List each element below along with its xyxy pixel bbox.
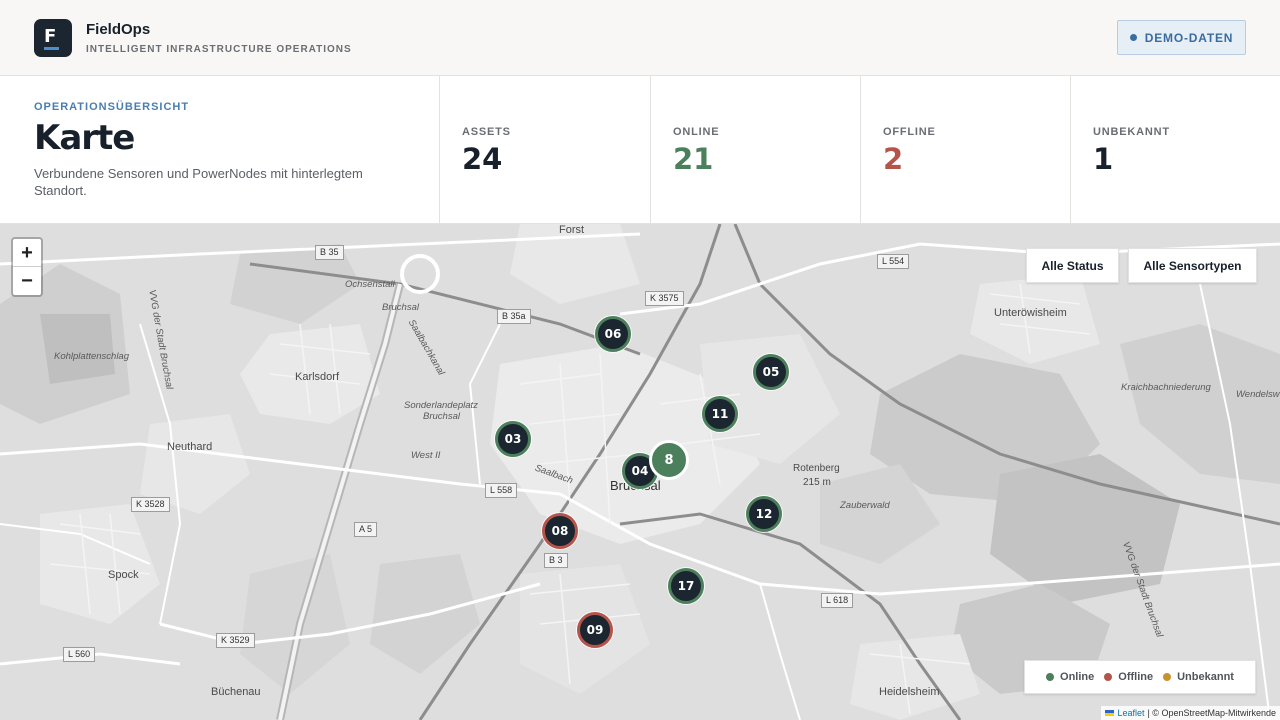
road-shield: L 554 [877,254,910,269]
map-place-label: Zauberwald [840,500,890,511]
legend-unknown: Unbekannt [1163,671,1234,683]
asset-marker[interactable]: 06 [595,316,631,352]
map-place-label: Bruchsal [423,411,460,422]
demo-data-label: DEMO-DATEN [1144,30,1234,45]
asset-marker[interactable]: 09 [577,612,613,648]
road-shield: B 35a [497,309,531,324]
app-header: F FieldOps INTELLIGENT INFRASTRUCTURE OP… [0,0,1280,76]
stat-label: ASSETS [462,126,511,138]
section-eyebrow: OPERATIONSÜBERSICHT [34,101,190,113]
stat-value: 1 [1093,142,1114,176]
stat-label: ONLINE [673,126,720,138]
map-place-label: Kraichbachniederung [1121,382,1211,393]
road-shield: K 3529 [216,633,255,648]
map-place-label: Neuthard [167,441,213,453]
stat-label: UNBEKANNT [1093,126,1170,138]
road-shield: K 3575 [645,291,684,306]
map-place-label: 215 m [803,477,831,488]
map-place-label: West II [411,450,441,461]
asset-marker[interactable]: 17 [668,568,704,604]
road-shield: B 35 [315,245,344,260]
map-place-label: Kohlplattenschlag [54,351,129,362]
road-shield: L 618 [821,593,854,608]
legend-label: Unbekannt [1177,671,1234,683]
legend-offline: Offline [1104,671,1153,683]
status-filter-button[interactable]: Alle Status [1026,248,1119,283]
stat-value: 21 [673,142,714,176]
map-place-label: Unteröwisheim [994,307,1067,319]
legend-online: Online [1046,671,1094,683]
overview-panel: OPERATIONSÜBERSICHT Karte Verbundene Sen… [0,76,1280,224]
page-title: Karte [34,118,135,158]
sensor-type-filter-button[interactable]: Alle Sensortypen [1128,248,1257,283]
demo-data-badge[interactable]: DEMO-DATEN [1117,20,1246,55]
map-legend: Online Offline Unbekannt [1024,660,1256,694]
app-tagline: INTELLIGENT INFRASTRUCTURE OPERATIONS [86,44,352,55]
road-shield: B 3 [544,553,568,568]
asset-marker[interactable]: 03 [495,421,531,457]
legend-label: Offline [1118,671,1154,683]
demo-status-dot-icon [1129,34,1137,41]
zoom-out-button[interactable]: − [13,267,41,295]
stat-unknown: UNBEKANNT 1 [1071,76,1280,224]
asset-marker[interactable]: 11 [702,396,738,432]
asset-marker[interactable]: 08 [542,513,578,549]
zoom-in-button[interactable]: + [13,239,41,267]
page-description: Verbundene Sensoren und PowerNodes mit h… [34,166,363,198]
stat-offline: OFFLINE 2 [861,76,1071,224]
map-place-label: Karlsdorf [295,371,340,383]
logo-accent-bar [44,47,59,50]
stat-value: 2 [883,142,904,176]
stat-label: OFFLINE [883,126,936,138]
map-place-label: Büchenau [211,686,261,698]
app-name: FieldOps [86,21,151,38]
unknown-dot-icon [1163,673,1172,681]
road-shield: K 3528 [131,497,170,512]
zoom-control: + − [11,237,43,297]
legend-label: Online [1060,671,1095,683]
stat-online: ONLINE 21 [651,76,861,224]
road-shield: L 558 [485,483,518,498]
road-shield: A 5 [354,522,378,537]
map-attribution: Leaflet | © OpenStreetMap-Mitwirkende [1101,706,1280,720]
map-place-label: Rotenberg [793,463,840,474]
stat-assets: ASSETS 24 [440,76,651,224]
map-place-label: Sonderlandeplatz [404,400,478,411]
asset-cluster-marker[interactable]: 8 [649,440,689,480]
map-place-label: Wendelsw [1236,389,1280,400]
leaflet-link[interactable]: Leaflet [1117,708,1144,718]
ukraine-flag-icon [1105,710,1115,716]
asset-marker[interactable]: 05 [753,354,789,390]
overview-intro: OPERATIONSÜBERSICHT Karte Verbundene Sen… [0,76,440,224]
app-logo[interactable]: F [34,19,72,57]
map-view[interactable]: Forst Ochsenstall Bruchsal Karlsdorf Neu… [0,224,1280,720]
map-place-label: Forst [559,224,585,236]
offline-dot-icon [1104,673,1113,681]
map-place-label: Ochsenstall [345,279,395,290]
logo-letter: F [44,26,57,47]
map-place-label: Bruchsal [382,302,419,313]
online-dot-icon [1046,673,1055,681]
osm-attribution: | © OpenStreetMap-Mitwirkende [1147,708,1276,718]
stat-value: 24 [462,142,503,176]
asset-marker[interactable]: 12 [746,496,782,532]
map-place-label: Spock [108,569,139,581]
road-shield: L 560 [63,647,96,662]
map-place-label: Heidelsheim [879,686,940,698]
